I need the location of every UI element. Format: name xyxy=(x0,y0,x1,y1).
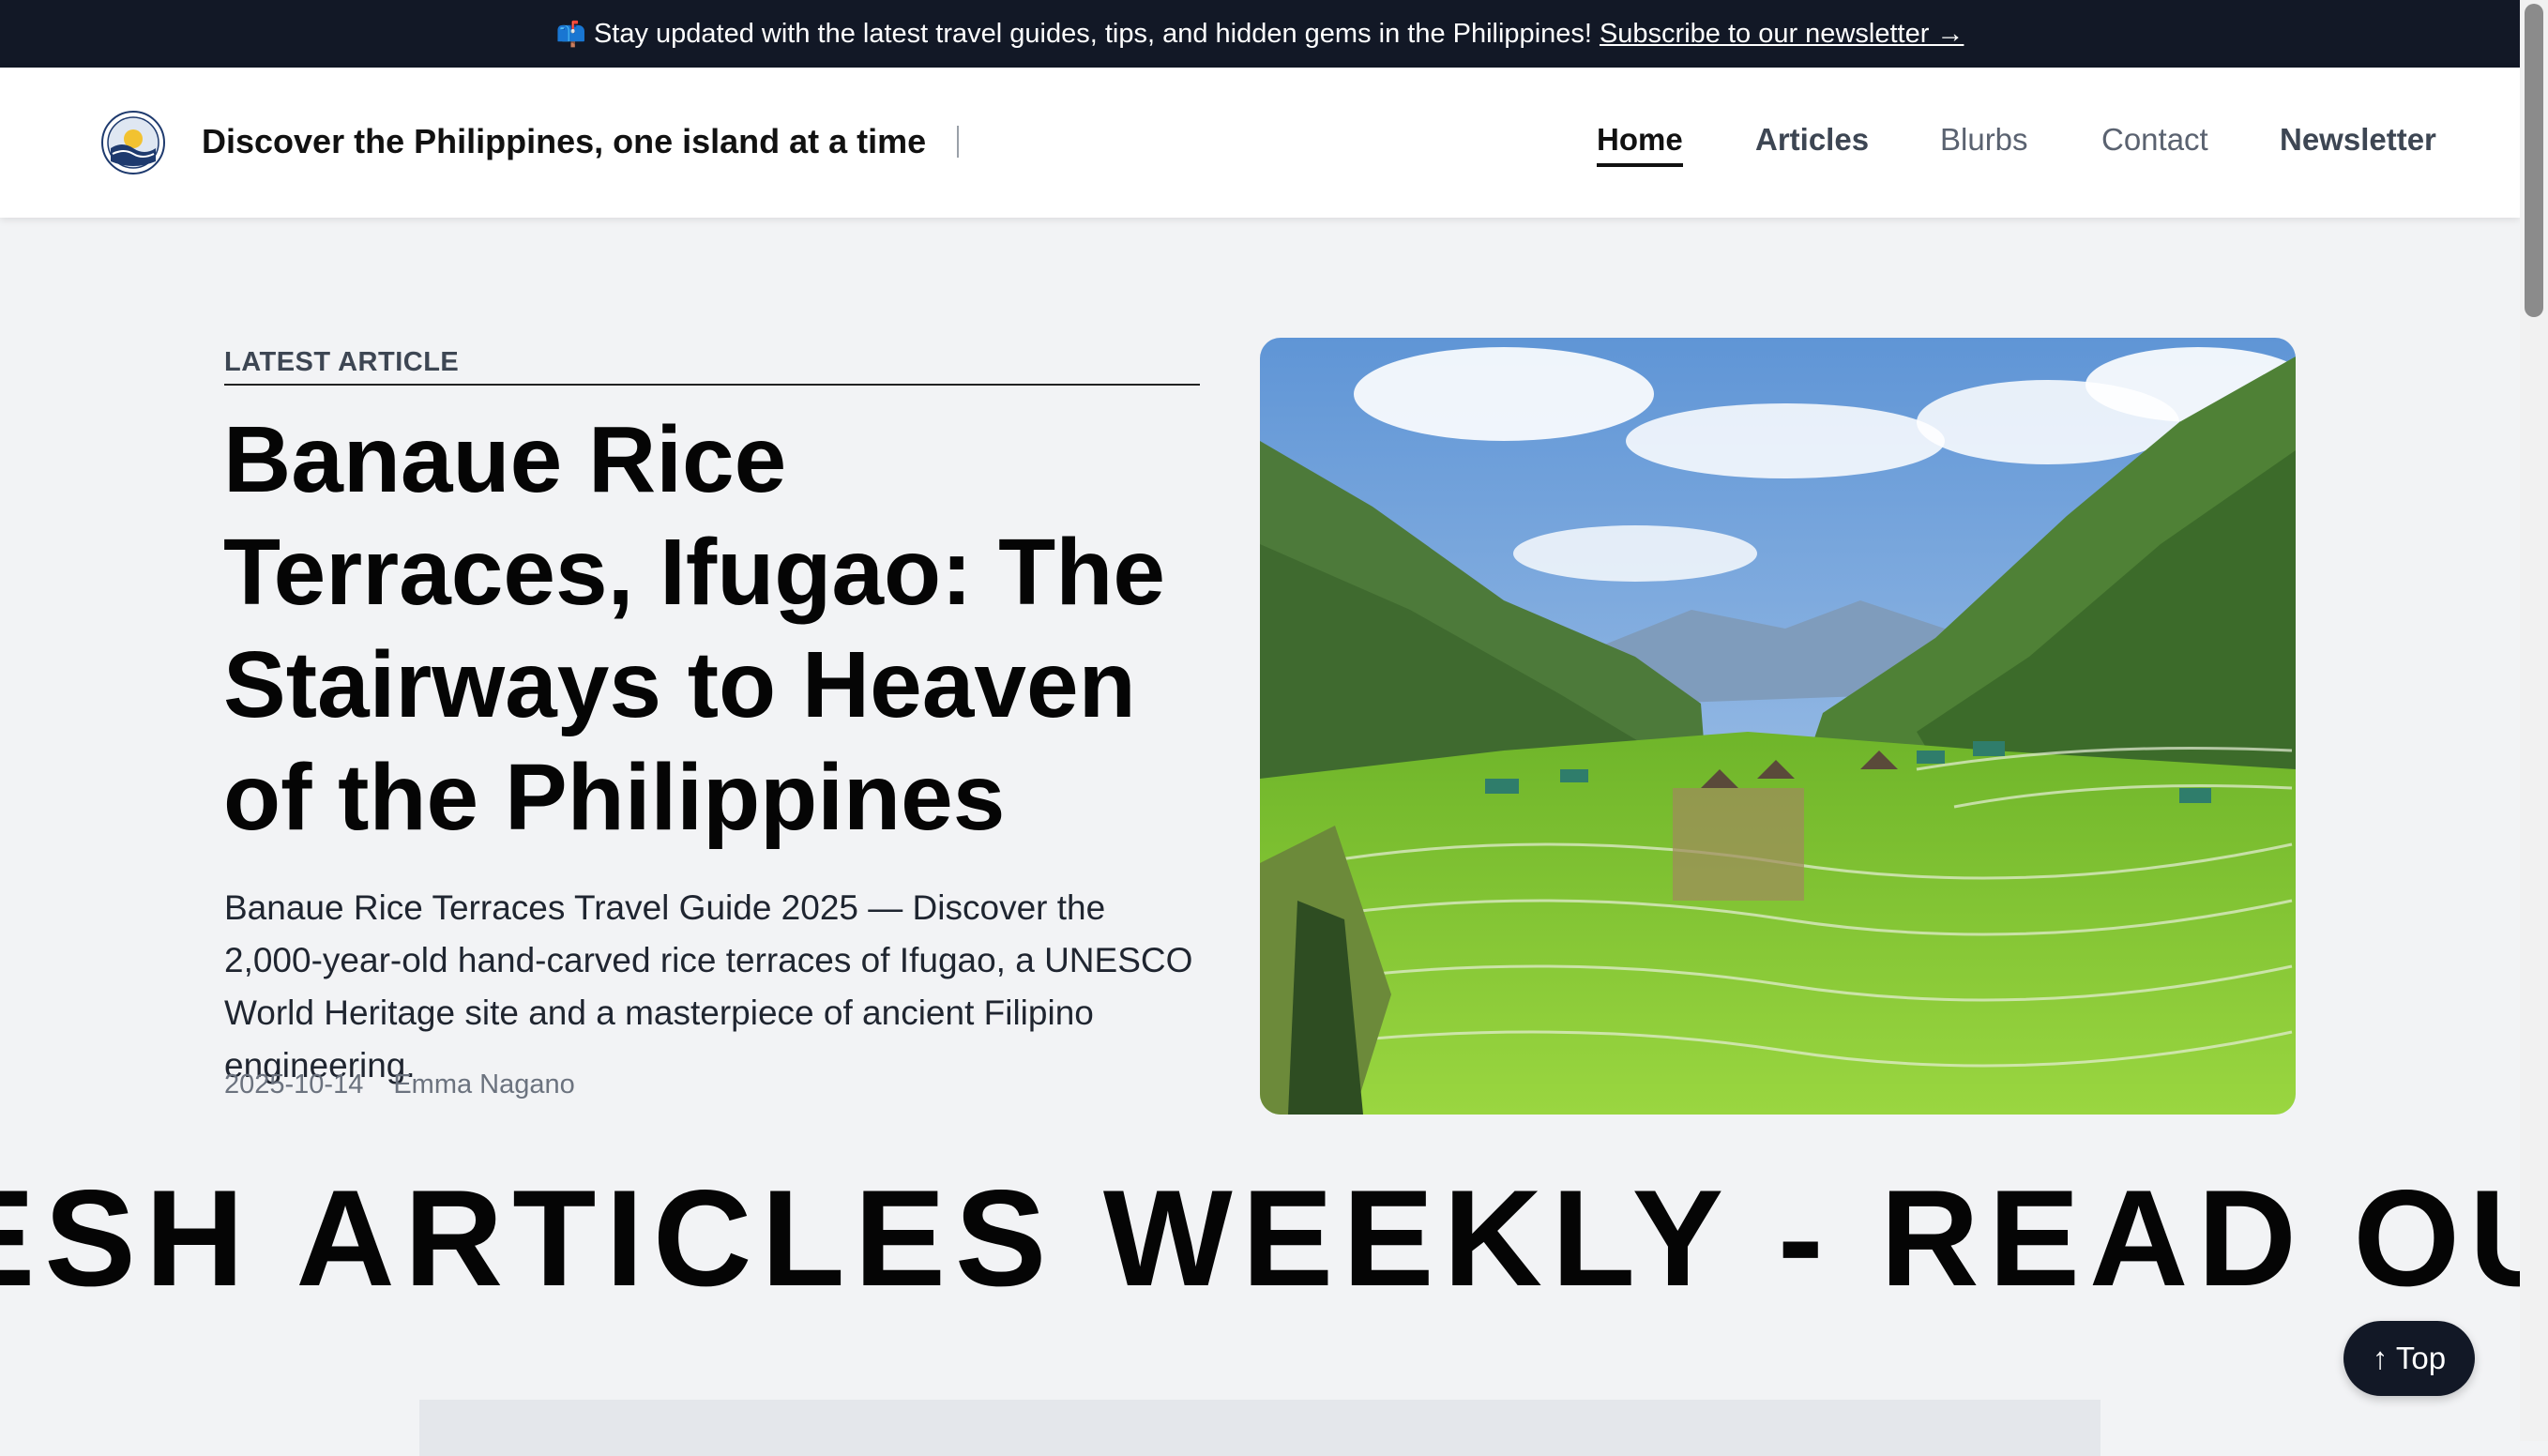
subscribe-link[interactable]: Subscribe to our newsletter → xyxy=(1600,19,1964,50)
nav-contact[interactable]: Contact xyxy=(2101,122,2208,158)
back-to-top-button[interactable]: ↑ Top xyxy=(2343,1321,2475,1396)
nav-blurbs[interactable]: Blurbs xyxy=(1940,122,2028,158)
marquee-banner: ESH ARTICLES WEEKLY - READ OUR L xyxy=(0,1163,2520,1313)
article-meta: 2025-10-14 Emma Nagano xyxy=(224,1069,575,1100)
site-header: Discover the Philippines, one island at … xyxy=(0,68,2520,218)
article-date: 2025-10-14 xyxy=(224,1069,364,1100)
site-tagline: Discover the Philippines, one island at … xyxy=(202,122,927,160)
header-divider xyxy=(957,126,959,158)
announcement-text: Stay updated with the latest travel guid… xyxy=(593,18,1592,49)
rice-terraces-photo xyxy=(1260,338,2296,1115)
site-logo-icon[interactable] xyxy=(101,111,165,174)
article-title[interactable]: Banaue Rice Terraces, Ifugao: The Stairw… xyxy=(223,403,1208,854)
announcement-bar: 📫 Stay updated with the latest travel gu… xyxy=(0,0,2520,68)
article-hero-image[interactable] xyxy=(1260,338,2296,1115)
nav-home[interactable]: Home xyxy=(1597,122,1683,167)
article-excerpt: Banaue Rice Terraces Travel Guide 2025 —… xyxy=(224,888,1193,1084)
page-scrollbar[interactable] xyxy=(2520,0,2548,1441)
mailbox-icon: 📫 xyxy=(555,19,586,48)
nav-articles[interactable]: Articles xyxy=(1755,122,1869,158)
nav-newsletter[interactable]: Newsletter xyxy=(2280,122,2436,158)
marquee-text: ESH ARTICLES WEEKLY - READ OUR L xyxy=(0,1163,2520,1313)
content-panel xyxy=(419,1400,2101,1456)
section-kicker: LATEST ARTICLE xyxy=(224,347,1200,386)
article-author: Emma Nagano xyxy=(393,1069,575,1100)
scrollbar-thumb[interactable] xyxy=(2525,4,2543,317)
